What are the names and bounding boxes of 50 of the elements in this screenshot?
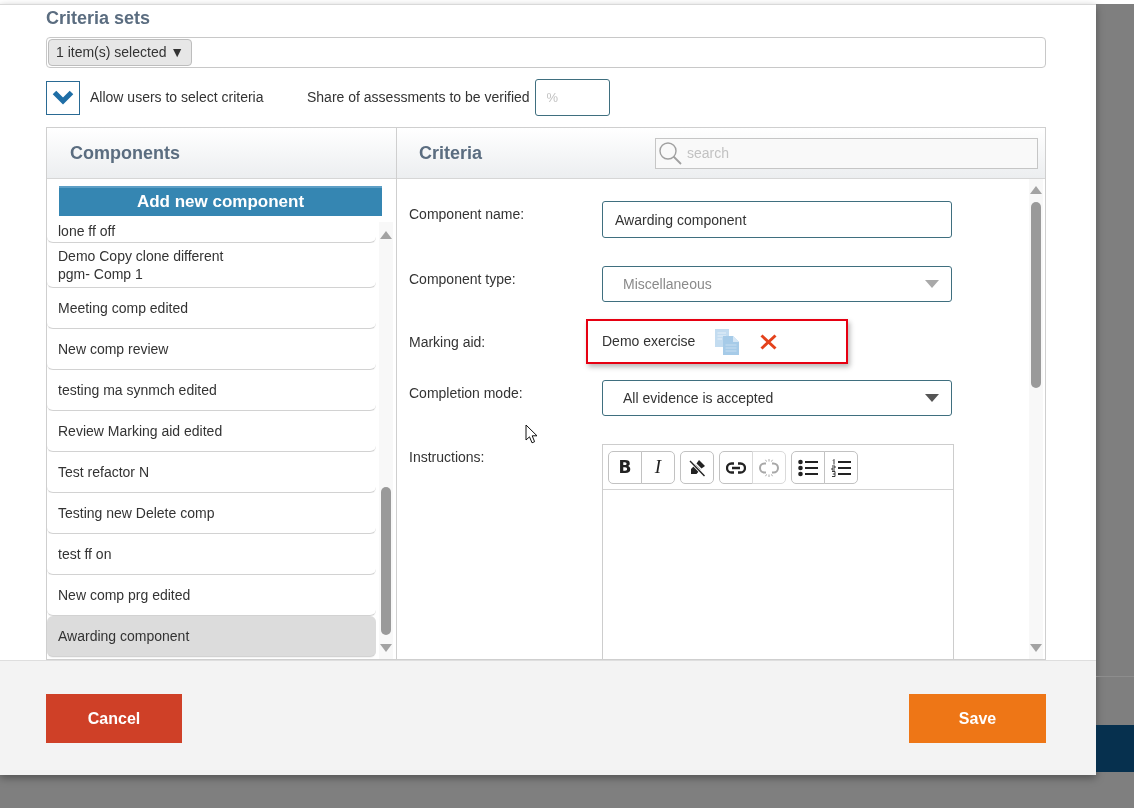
field-label: Completion mode: (409, 384, 524, 402)
component-list-item[interactable]: Testing new Delete comp (47, 493, 376, 534)
search-icon (658, 140, 682, 165)
caret-icon (925, 280, 939, 288)
chain-link-icon (726, 461, 746, 474)
percentage-input[interactable]: % (534, 79, 610, 116)
marking-aid-title: Demo exercise (602, 332, 696, 351)
clear-format-button[interactable] (680, 451, 714, 484)
text-input[interactable]: Awarding component (602, 201, 952, 238)
numbered-list-button[interactable] (824, 451, 858, 484)
dropdown-button[interactable]: 1 item(s) selected ▼ (48, 39, 193, 66)
component-list-item[interactable]: New comp prg edited (47, 575, 376, 616)
numbered-list-icon (831, 458, 851, 477)
add-component-button[interactable]: Add new component (59, 186, 382, 216)
checkbox-label: Allow users to select criteria (90, 88, 265, 107)
dropdown-field[interactable]: All evidence is accepted (602, 380, 952, 416)
component-list-item[interactable]: Review Marking aid edited (47, 411, 376, 452)
field-label: Component type: (409, 270, 517, 288)
field-label: Component name: (409, 205, 526, 223)
italic-button[interactable]: I (641, 451, 675, 484)
broken-chain-icon (759, 458, 779, 477)
component-list-item[interactable]: Meeting comp edited (47, 288, 376, 329)
field-label: Instructions: (409, 448, 486, 466)
checkbox[interactable] (46, 80, 80, 115)
background-bar (1096, 725, 1134, 772)
cancel-button[interactable]: Cancel (46, 694, 182, 743)
close-icon[interactable] (760, 333, 778, 350)
scrollbar[interactable] (1029, 179, 1043, 659)
chevron-icon (52, 90, 74, 105)
component-list-item[interactable]: New comp review (47, 329, 376, 370)
field-label: Share of assessments to be verified (307, 88, 530, 107)
section-title: Criteria sets (46, 7, 151, 30)
panel-title: Components (70, 141, 180, 165)
bullet-list-icon (798, 458, 818, 477)
crossed-brush-icon (688, 458, 706, 477)
multiselect-field[interactable]: 1 item(s) selected ▼ (46, 37, 1046, 68)
bullet-list-button[interactable] (791, 451, 825, 484)
caret-icon (925, 394, 939, 402)
scrollbar[interactable] (379, 222, 393, 659)
field-label: Marking aid: (409, 332, 487, 351)
component-list-item[interactable]: Awarding component (47, 616, 376, 657)
component-list-item[interactable]: test ff on (47, 534, 376, 575)
bold-button[interactable]: B (608, 451, 642, 484)
component-list-item[interactable]: testing ma synmch edited (47, 370, 376, 411)
panel-title: Criteria (419, 141, 483, 165)
link-button[interactable] (719, 451, 753, 484)
component-list-item[interactable]: Demo Copy clone different pgm- Comp 1 (47, 243, 376, 288)
component-list-item[interactable]: lone ff off (47, 222, 376, 243)
mouse-cursor-icon (525, 424, 538, 444)
component-list-item[interactable]: Test refactor N (47, 452, 376, 493)
